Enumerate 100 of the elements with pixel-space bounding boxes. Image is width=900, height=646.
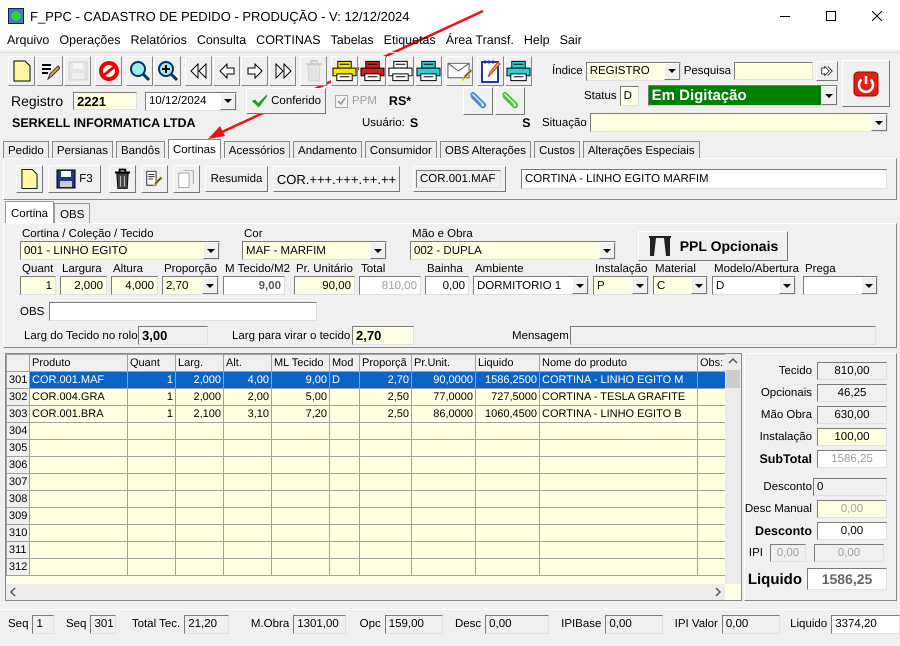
- input-field[interactable]: 0,00: [424, 276, 469, 295]
- delete-button[interactable]: [109, 165, 136, 193]
- empty-cell: [360, 558, 412, 576]
- search-go-button[interactable]: [816, 61, 838, 81]
- input-field[interactable]: 1: [20, 276, 56, 295]
- column-header[interactable]: Produto: [30, 354, 128, 372]
- input-field[interactable]: 2,70: [352, 326, 414, 345]
- column-header[interactable]: Nome do produto: [540, 354, 698, 372]
- menu-item[interactable]: Sair: [554, 32, 587, 50]
- ppl-opcionais-button[interactable]: PPL Opcionais: [638, 231, 788, 261]
- tab[interactable]: Consumidor: [364, 141, 437, 158]
- input-field[interactable]: 4,000: [111, 276, 158, 295]
- tab[interactable]: Cortina: [5, 201, 54, 223]
- horizontal-scrollbar[interactable]: [6, 584, 725, 600]
- column-header[interactable]: Liquido: [476, 354, 540, 372]
- toolbar-button[interactable]: [8, 56, 35, 86]
- toolbar-button[interactable]: [269, 56, 296, 86]
- dropdown-field[interactable]: 001 - LINHO EGITO: [20, 241, 220, 260]
- status-dropdown[interactable]: Em Digitação: [648, 85, 838, 106]
- vertical-scrollbar[interactable]: [724, 354, 741, 584]
- column-header[interactable]: Larg.: [176, 354, 224, 372]
- tab[interactable]: Cortinas: [168, 139, 221, 159]
- menu-item[interactable]: Consulta: [192, 32, 252, 50]
- tab[interactable]: Alterações Especiais: [582, 141, 700, 158]
- menu-item[interactable]: Área Transf.: [440, 32, 519, 50]
- tab[interactable]: Acessórios: [224, 141, 290, 158]
- menu-item[interactable]: Tabelas: [326, 32, 379, 50]
- conferido-button[interactable]: Conferido: [246, 88, 326, 114]
- column-header[interactable]: Quant: [128, 354, 176, 372]
- menu-item[interactable]: CORTINAS: [251, 32, 326, 50]
- status-label: Liquido: [790, 618, 828, 630]
- description-field[interactable]: CORTINA - LINHO EGITO MARFIM: [521, 169, 887, 189]
- tab[interactable]: OBS: [54, 203, 90, 223]
- menu-item[interactable]: Relatórios: [126, 32, 192, 50]
- search-field[interactable]: [734, 62, 813, 80]
- new-button[interactable]: [16, 165, 43, 193]
- toolbar-button[interactable]: [185, 56, 212, 86]
- status-field: 0,00: [485, 614, 550, 634]
- dropdown-field[interactable]: [590, 113, 888, 132]
- dropdown-field[interactable]: [803, 276, 878, 295]
- copy-button[interactable]: [173, 165, 200, 193]
- toolbar-button[interactable]: [387, 56, 414, 86]
- dropdown-field[interactable]: DORMITORIO 1: [472, 276, 589, 295]
- dropdown-field[interactable]: MAF - MARFIM: [242, 241, 387, 260]
- status-label: IPI Valor: [674, 618, 718, 630]
- status-code-field[interactable]: D: [620, 86, 639, 106]
- attach-button[interactable]: [463, 87, 494, 115]
- tab[interactable]: Bandôs: [116, 141, 165, 158]
- column-header[interactable]: Mod: [330, 354, 360, 372]
- toolbar-button[interactable]: [126, 56, 153, 86]
- table-cell: 727,5000: [476, 388, 540, 406]
- tab[interactable]: OBS Alterações: [440, 141, 532, 158]
- scroll-thumb[interactable]: [726, 370, 740, 388]
- exit-button[interactable]: [842, 60, 890, 107]
- dropdown-field[interactable]: C: [652, 276, 708, 295]
- toolbar-button[interactable]: [241, 56, 268, 86]
- edit-button[interactable]: [141, 165, 168, 193]
- empty-cell: [330, 508, 360, 524]
- index-dropdown[interactable]: REGISTRO: [586, 62, 681, 80]
- indice-label: Índice: [552, 65, 583, 77]
- tab[interactable]: Andamento: [293, 141, 362, 158]
- record-number-field[interactable]: 2221: [73, 92, 137, 110]
- toolbar-button[interactable]: [477, 56, 504, 86]
- dropdown-field[interactable]: D: [712, 276, 796, 295]
- toolbar-button[interactable]: [505, 56, 532, 86]
- resumida-button[interactable]: Resumida: [205, 166, 268, 192]
- attach-button[interactable]: [495, 87, 526, 115]
- toolbar-button[interactable]: [446, 56, 473, 86]
- toolbar-button[interactable]: [359, 56, 386, 86]
- toolbar-button[interactable]: [154, 56, 181, 86]
- date-field[interactable]: 10/12/2024: [145, 92, 237, 110]
- column-header[interactable]: Proporçã: [360, 354, 412, 372]
- toolbar-button[interactable]: [36, 56, 63, 86]
- input-field[interactable]: 90,00: [294, 276, 355, 295]
- input-field[interactable]: 2,000: [60, 276, 107, 295]
- tab[interactable]: Persianas: [52, 141, 113, 158]
- total-field[interactable]: 0,00: [817, 522, 887, 540]
- menu-item[interactable]: Operações: [54, 32, 126, 50]
- tab[interactable]: Custos: [534, 141, 580, 158]
- mask-button[interactable]: COR.+++.+++.++.++: [273, 166, 400, 192]
- save-button[interactable]: F3: [48, 165, 101, 193]
- column-header[interactable]: Alt.: [224, 354, 272, 372]
- dropdown-field[interactable]: 2,70: [162, 276, 219, 295]
- empty-cell: [128, 508, 176, 524]
- toolbar-button[interactable]: [213, 56, 240, 86]
- dropdown-field[interactable]: 002 - DUPLA: [410, 241, 616, 260]
- user-code: S: [522, 116, 531, 130]
- menu-item[interactable]: Arquivo: [2, 32, 54, 50]
- status-field: 1: [32, 614, 54, 634]
- obs-field[interactable]: [49, 302, 318, 321]
- menu-item[interactable]: Help: [518, 32, 555, 50]
- toolbar-button[interactable]: [415, 56, 442, 86]
- empty-cell: [360, 542, 412, 558]
- dropdown-field[interactable]: P: [592, 276, 649, 295]
- column-header[interactable]: Pr.Unit.: [412, 354, 476, 372]
- total-field[interactable]: 100,00: [817, 428, 887, 446]
- column-header[interactable]: Obs:: [698, 354, 726, 372]
- toolbar-button[interactable]: [331, 56, 358, 86]
- tab[interactable]: Pedido: [3, 141, 49, 158]
- column-header[interactable]: ML Tecido: [272, 354, 330, 372]
